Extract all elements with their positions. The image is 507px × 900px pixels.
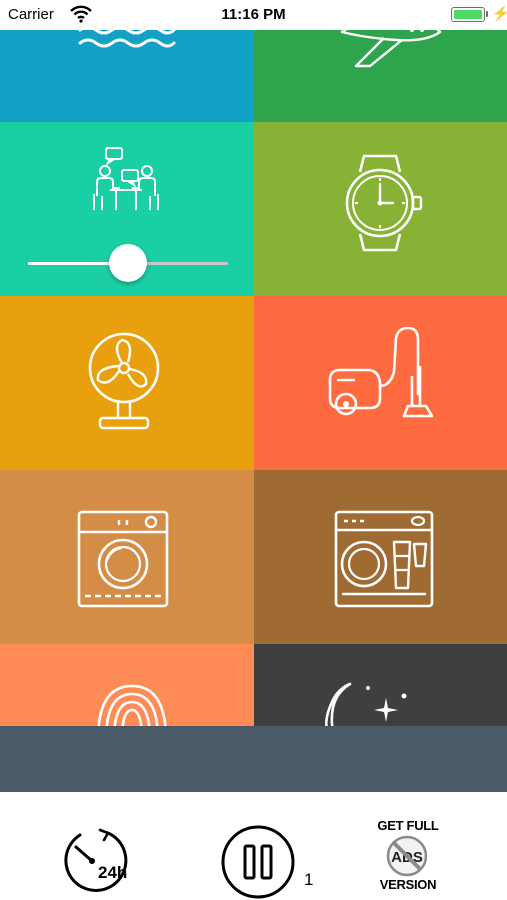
volume-slider-thumb[interactable] (109, 244, 147, 282)
sound-tile-fingerprint[interactable] (0, 644, 254, 726)
sound-tile-clock-ticking[interactable] (254, 122, 507, 296)
moon-stars-icon (325, 682, 407, 726)
active-sounds-count: 1 (304, 870, 314, 889)
fan-icon (88, 332, 160, 430)
sound-tile-vacuum-cleaner[interactable] (254, 296, 507, 470)
charging-bolt-icon: ⚡ (492, 5, 507, 21)
people-talking-icon (93, 147, 159, 210)
battery-charging-icon (451, 7, 485, 22)
washing-machine-icon (77, 510, 169, 608)
no-ads-icon: ADS (386, 835, 428, 877)
pause-button[interactable] (220, 824, 296, 900)
sound-grid (0, 28, 507, 726)
get-full-version-button[interactable]: GET FULL ADS VERSION (362, 818, 454, 894)
sound-tile-ocean-waves[interactable] (0, 28, 254, 122)
airplane-icon (340, 28, 442, 68)
version-label: VERSION (379, 877, 437, 892)
sound-tile-night[interactable] (254, 644, 507, 726)
wristwatch-icon (345, 154, 423, 252)
battery-nub (486, 11, 488, 17)
ad-banner[interactable] (0, 726, 507, 792)
pause-icon (221, 825, 295, 899)
get-full-label: GET FULL (377, 818, 439, 833)
sound-tile-airplane[interactable] (254, 28, 507, 122)
fingerprint-icon (97, 684, 167, 726)
sound-tile-people-talking[interactable] (0, 122, 254, 296)
sound-tile-dishwasher[interactable] (254, 470, 507, 644)
timer-button[interactable]: 24h (62, 828, 132, 892)
sound-tile-washing-machine[interactable] (0, 470, 254, 644)
volume-slider[interactable] (28, 244, 228, 284)
timer-duration-label: 24h (98, 863, 128, 882)
clock-time: 11:16 PM (221, 6, 286, 23)
vacuum-cleaner-icon (328, 326, 434, 418)
dishwasher-icon (334, 510, 434, 608)
waves-icon (78, 28, 176, 48)
sound-tile-fan[interactable] (0, 296, 254, 470)
bottom-control-bar: 24h 1 GET FULL ADS VERSION (0, 792, 507, 900)
status-bar: Carrier 11:16 PM ⚡ (0, 0, 507, 30)
